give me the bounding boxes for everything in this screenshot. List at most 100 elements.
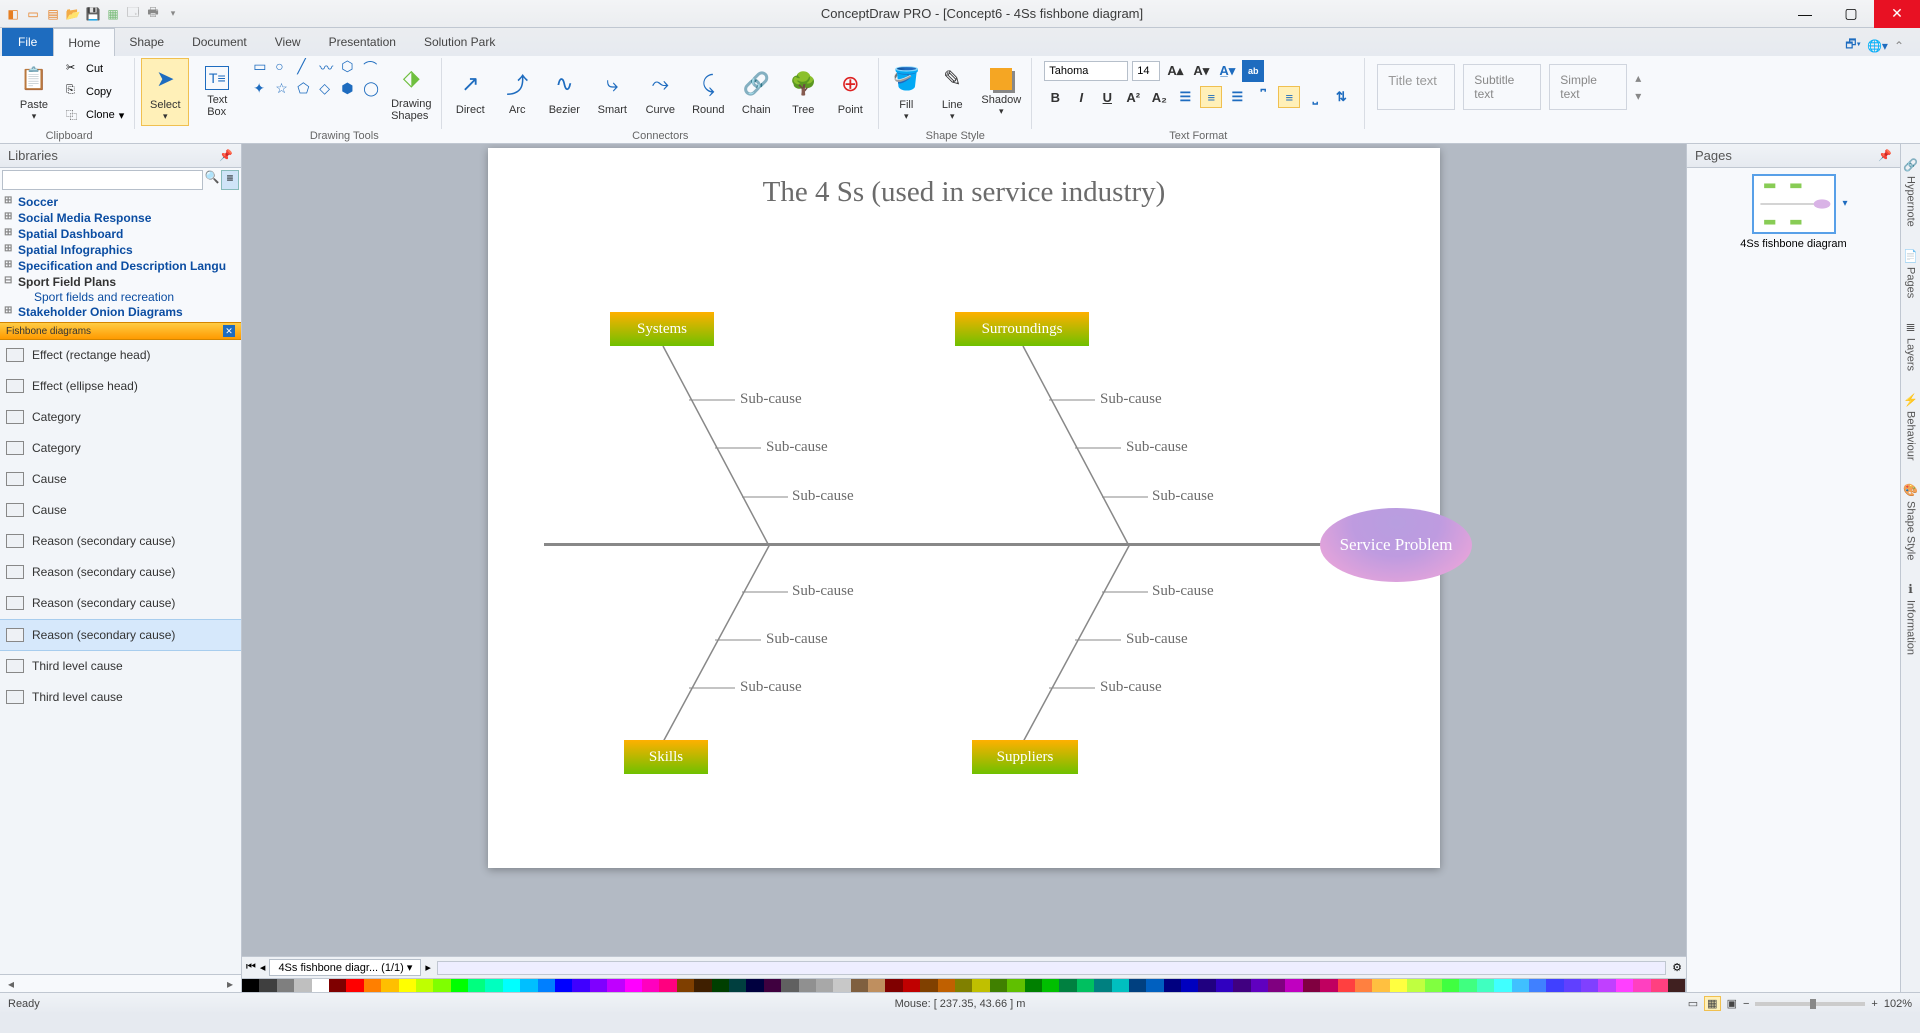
zoom-out-icon[interactable]: − (1743, 998, 1749, 1010)
sheet-config-icon[interactable]: ⚙ (1672, 961, 1682, 974)
palette-swatch[interactable] (764, 979, 781, 992)
palette-swatch[interactable] (259, 979, 276, 992)
palette-swatch[interactable] (607, 979, 624, 992)
qat-apps-icon[interactable]: ▦ (104, 5, 122, 23)
palette-swatch[interactable] (1564, 979, 1581, 992)
palette-swatch[interactable] (1233, 979, 1250, 992)
palette-swatch[interactable] (1616, 979, 1633, 992)
subtitle-text-button[interactable]: Subtitle text (1463, 64, 1541, 110)
shape-item[interactable]: Category (0, 402, 241, 433)
tab-presentation[interactable]: Presentation (315, 28, 410, 56)
subcause-label[interactable]: Sub-cause (1152, 488, 1214, 505)
palette-swatch[interactable] (885, 979, 902, 992)
shape-curve-icon[interactable]: 〰 (319, 58, 339, 78)
palette-swatch[interactable] (955, 979, 972, 992)
shape-item[interactable]: Cause (0, 464, 241, 495)
library-search-input[interactable] (2, 170, 203, 190)
palette-swatch[interactable] (242, 979, 259, 992)
shape-rect-icon[interactable]: ▭ (253, 58, 273, 78)
shape-ellipse-icon[interactable]: ○ (275, 58, 295, 78)
collapse-ribbon-icon[interactable]: ⌃ (1894, 39, 1904, 53)
lib-soccer[interactable]: Soccer (4, 194, 237, 210)
palette-swatch[interactable] (1094, 979, 1111, 992)
textbox-button[interactable]: T≡Text Box (193, 58, 241, 126)
sheet-nav-prev-icon[interactable]: ◂ (260, 961, 266, 974)
thumb-dropdown-icon[interactable]: ▾ (1842, 198, 1847, 209)
palette-swatch[interactable] (590, 979, 607, 992)
palette-swatch[interactable] (1268, 979, 1285, 992)
cause-systems[interactable]: Systems (610, 312, 714, 346)
cause-suppliers[interactable]: Suppliers (972, 740, 1078, 774)
palette-swatch[interactable] (538, 979, 555, 992)
point-button[interactable]: ⊕Point (828, 58, 872, 126)
shape-line-icon[interactable]: ╱ (297, 58, 317, 78)
palette-swatch[interactable] (416, 979, 433, 992)
palette-swatch[interactable] (277, 979, 294, 992)
palette-swatch[interactable] (312, 979, 329, 992)
palette-swatch[interactable] (399, 979, 416, 992)
drawing-shapes-button[interactable]: ⬗Drawing Shapes (387, 58, 435, 126)
shape-item[interactable]: Effect (ellipse head) (0, 371, 241, 402)
shrink-font-button[interactable]: A▾ (1190, 60, 1212, 82)
title-text-button[interactable]: Title text (1377, 64, 1455, 110)
palette-swatch[interactable] (816, 979, 833, 992)
palette-swatch[interactable] (1285, 979, 1302, 992)
palette-swatch[interactable] (433, 979, 450, 992)
bezier-button[interactable]: ∿Bezier (542, 58, 586, 126)
subcause-label[interactable]: Sub-cause (1152, 583, 1214, 600)
palette-swatch[interactable] (972, 979, 989, 992)
help-icon[interactable]: 🌐▾ (1867, 39, 1888, 53)
text-direction-button[interactable]: ⇅ (1330, 86, 1352, 108)
clone-button[interactable]: ⿻Clone ▾ (62, 104, 128, 126)
palette-swatch[interactable] (1059, 979, 1076, 992)
vtab-information[interactable]: ℹInformation (1903, 580, 1919, 657)
palette-swatch[interactable] (1216, 979, 1233, 992)
palette-swatch[interactable] (346, 979, 363, 992)
palette-swatch[interactable] (799, 979, 816, 992)
shadow-button[interactable]: Shadow▾ (977, 58, 1025, 126)
italic-button[interactable]: I (1070, 86, 1092, 108)
subcause-label[interactable]: Sub-cause (1100, 679, 1162, 696)
palette-swatch[interactable] (990, 979, 1007, 992)
line-button[interactable]: ✎Line▾ (931, 58, 973, 126)
align-left-button[interactable]: ☰ (1174, 86, 1196, 108)
color-palette[interactable] (242, 978, 1686, 992)
shape-poly-icon[interactable]: ⬡ (341, 58, 361, 78)
palette-swatch[interactable] (1129, 979, 1146, 992)
palette-swatch[interactable] (294, 979, 311, 992)
align-top-button[interactable]: ⎴ (1252, 86, 1274, 108)
horizontal-scrollbar[interactable] (437, 961, 1666, 975)
font-select[interactable] (1044, 61, 1128, 81)
subcause-label[interactable]: Sub-cause (1126, 439, 1188, 456)
palette-swatch[interactable] (903, 979, 920, 992)
palette-swatch[interactable] (1529, 979, 1546, 992)
chain-button[interactable]: 🔗Chain (734, 58, 778, 126)
palette-swatch[interactable] (677, 979, 694, 992)
palette-swatch[interactable] (938, 979, 955, 992)
shape-s2-icon[interactable]: ⬠ (297, 80, 317, 100)
effect-head[interactable]: Service Problem (1320, 508, 1472, 582)
palette-swatch[interactable] (833, 979, 850, 992)
zoom-in-icon[interactable]: + (1871, 998, 1877, 1010)
lib-sport-sub[interactable]: Sport fields and recreation (4, 290, 237, 304)
subcause-label[interactable]: Sub-cause (740, 679, 802, 696)
palette-swatch[interactable] (1338, 979, 1355, 992)
qat-open-icon[interactable]: 📂 (64, 5, 82, 23)
shape-item[interactable]: Third level cause (0, 651, 241, 682)
palette-swatch[interactable] (1112, 979, 1129, 992)
palette-swatch[interactable] (1146, 979, 1163, 992)
palette-swatch[interactable] (1512, 979, 1529, 992)
vtab-layers[interactable]: ≣Layers (1903, 318, 1919, 373)
palette-swatch[interactable] (1198, 979, 1215, 992)
palette-swatch[interactable] (1077, 979, 1094, 992)
palette-swatch[interactable] (485, 979, 502, 992)
fishbone-section-header[interactable]: Fishbone diagrams✕ (0, 322, 241, 340)
align-bottom-button[interactable]: ⎵ (1304, 86, 1326, 108)
view-mode-2-icon[interactable]: ▦ (1704, 996, 1720, 1011)
qat-icon-3[interactable]: ▤ (44, 5, 62, 23)
palette-swatch[interactable] (1651, 979, 1668, 992)
palette-swatch[interactable] (451, 979, 468, 992)
arc-button[interactable]: ⤴Arc (496, 58, 538, 126)
palette-swatch[interactable] (1407, 979, 1424, 992)
vtab-shape-style[interactable]: 🎨Shape Style (1901, 481, 1920, 562)
